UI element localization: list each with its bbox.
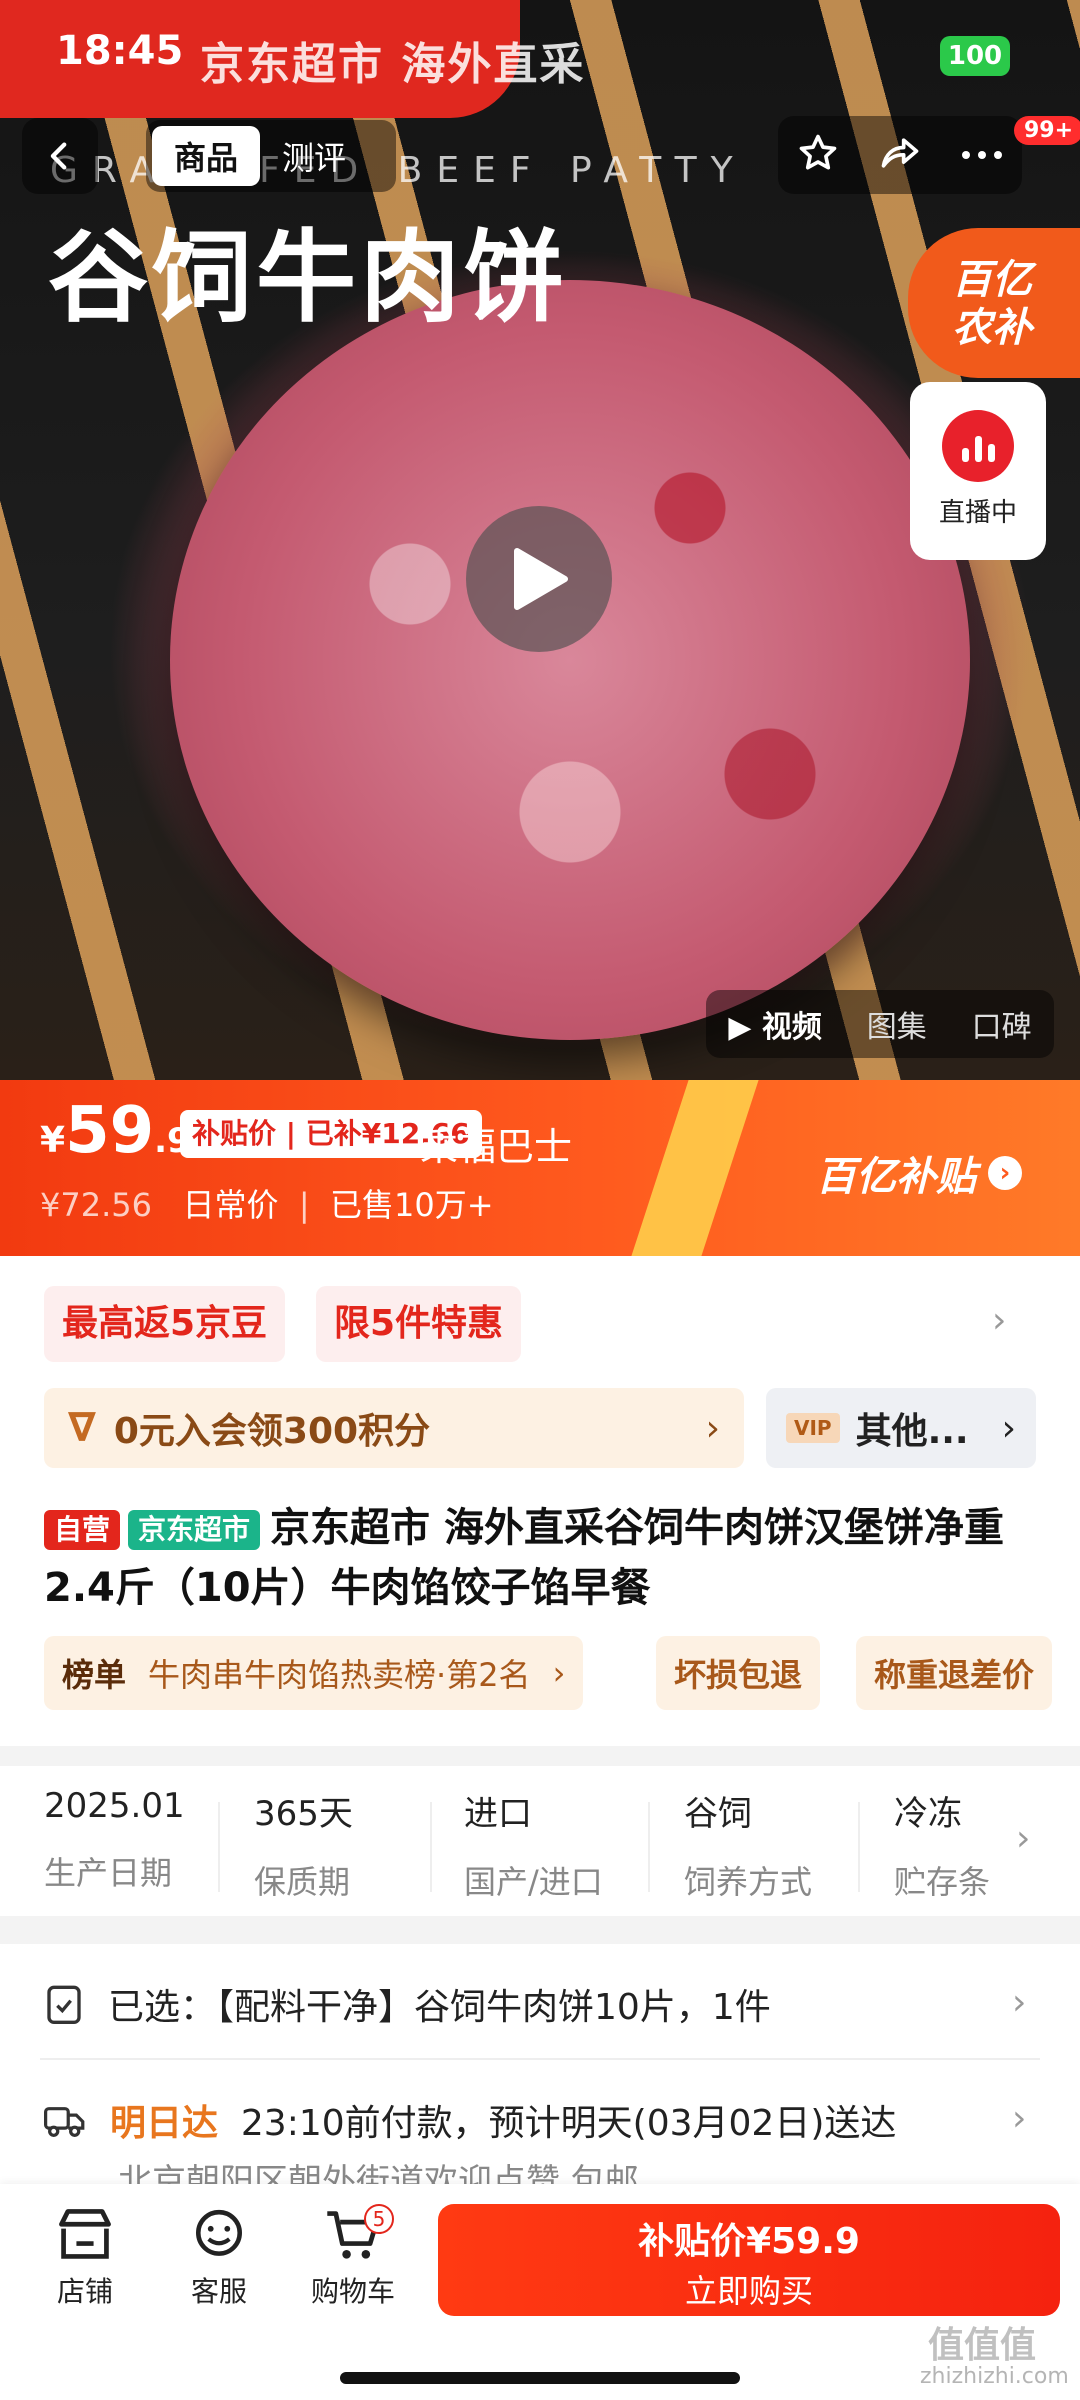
top-tabs: 商品 测评 (146, 120, 396, 192)
promo-tag-line2: 农补 (952, 305, 1032, 351)
status-time: 18:45 (56, 28, 184, 74)
sold-count: 已售10万+ (329, 1186, 494, 1224)
chevron-right-icon: › (1016, 1818, 1031, 1859)
live-label: 直播中 (938, 498, 1017, 528)
tab-product[interactable]: 商品 (152, 126, 261, 186)
price-banner: ¥59.9 补贴价 | 已补¥12.66 乘福巴士 ¥72.56 日常价 | 已… (0, 1080, 1080, 1256)
selected-variant-row[interactable]: 已选：【配料干净】谷饲牛肉饼10片，1件 (44, 1978, 771, 2030)
delivery-row[interactable]: 明日达 23:10前付款，预计明天(03月02日)送达 (44, 2094, 896, 2146)
product-title-block: 自营 京东超市 京东超市 海外直采谷饲牛肉饼汉堡饼净重2.4斤（10片）牛肉馅饺子馅… (44, 1498, 1044, 1618)
chevron-left-icon (50, 142, 67, 170)
self-operated-tag: 自营 (44, 1510, 121, 1550)
vip-icon: VIP (786, 1413, 840, 1443)
media-tab-reviews[interactable]: 口碑 (972, 1002, 1032, 1046)
beef-patty-image (170, 280, 970, 1040)
more-icon[interactable] (960, 146, 1004, 165)
spec-storage: 冷冻 贮存条 (894, 1794, 991, 1901)
media-tab-video[interactable]: ▶ 视频 (728, 1002, 822, 1046)
back-button[interactable] (22, 118, 98, 194)
share-icon[interactable] (877, 131, 923, 179)
other-benefits-button[interactable]: VIP 其他... › (766, 1388, 1036, 1468)
jingdou-rebate-chip[interactable]: 最高返5京豆 (44, 1286, 286, 1362)
favorite-star-icon[interactable] (796, 131, 840, 179)
play-icon (514, 548, 568, 610)
chevron-right-icon: › (1001, 1407, 1016, 1449)
watermark-url: zhizhizhi.com (920, 2364, 1069, 2389)
chevron-right-icon: › (1012, 2098, 1027, 2139)
buy-now-button[interactable]: 补贴价¥59.9 立即购买 (438, 2204, 1060, 2316)
hero-title: 谷饲牛肉饼 (48, 219, 568, 336)
battery-indicator: 100 (940, 36, 1010, 76)
next-day-label: 明日达 (110, 2103, 219, 2144)
status-banner-text: 京东超市 海外直采 (200, 39, 586, 90)
price-sub: ¥72.56 日常价 | 已售10万+ (40, 1186, 494, 1224)
limited-offer-chip[interactable]: 限5件特惠 (316, 1286, 522, 1362)
billion-subsidy-badge[interactable]: 百亿补贴 › (816, 1144, 1022, 1202)
live-stream-entry[interactable]: 直播中 (910, 382, 1046, 560)
home-indicator[interactable] (340, 2372, 740, 2384)
chevron-right-icon: › (705, 1407, 720, 1449)
customer-service-button[interactable]: 客服 (164, 2200, 274, 2310)
spec-shelf-life: 365天 保质期 (254, 1794, 353, 1901)
bottom-action-bar: 店铺 客服 5 购物车 补贴价¥59.9 立即购买 (0, 2184, 1080, 2400)
original-price: ¥72.56 (40, 1186, 152, 1224)
member-join-banner[interactable]: ∇ 0元入会领300积分 › (44, 1388, 744, 1468)
top-actions (778, 116, 1022, 194)
media-tabs: ▶ 视频 图集 口碑 (706, 990, 1054, 1058)
billion-subsidy-promo-tag[interactable]: 百亿 农补 (908, 228, 1080, 378)
cart-button[interactable]: 5 购物车 (298, 2200, 408, 2310)
ranking-badge[interactable]: 榜单 牛肉串牛肉馅热卖榜·第2名 › (44, 1636, 584, 1710)
spec-origin: 进口 国产/进口 (464, 1794, 603, 1901)
live-bars-icon (942, 410, 1014, 482)
banner-lightning-decoration (631, 1080, 759, 1256)
chevron-right-icon[interactable]: › (992, 1300, 1006, 1341)
media-tab-gallery[interactable]: 图集 (867, 1002, 927, 1046)
selection-shipping-card: 已选：【配料干净】谷饲牛肉饼10片，1件 › 明日达 23:10前付款，预计明天… (0, 1944, 1080, 2204)
promo-tag-line1: 百亿 (952, 257, 1032, 303)
chevron-right-icon: › (1012, 1982, 1027, 2023)
play-video-button[interactable] (466, 506, 612, 652)
spec-feeding: 谷饲 饲养方式 (684, 1794, 813, 1901)
subsidy-price: ¥59.9 (40, 1094, 191, 1168)
spec-strip[interactable]: 2025.01 生产日期 365天 保质期 进口 国产/进口 谷饲 饲养方式 冷冻 贮存条… (0, 1766, 1080, 1916)
member-v-icon: ∇ (68, 1405, 96, 1451)
chevron-right-icon: › (552, 1654, 566, 1692)
watermark-logo: 值值值 (928, 2325, 1037, 2366)
smile-chat-icon (196, 2209, 242, 2256)
message-badge: 99+ (1014, 116, 1080, 145)
truck-icon (44, 2107, 85, 2137)
tab-review[interactable]: 测评 (260, 126, 368, 186)
damage-refund-tag: 坏损包退 (656, 1636, 821, 1710)
original-price-label: 日常价 (182, 1186, 279, 1224)
store-button[interactable]: 店铺 (30, 2200, 140, 2310)
cart-count-badge: 5 (364, 2204, 394, 2234)
jd-supermarket-tag: 京东超市 (128, 1510, 261, 1550)
overlay-text: 乘福巴士 (420, 1125, 573, 1169)
spec-production-date: 2025.01 生产日期 (44, 1786, 185, 1892)
store-icon (59, 2209, 111, 2259)
weight-refund-tag: 称重退差价 (856, 1636, 1053, 1710)
product-info-card: 最高返5京豆 限5件特惠 › ∇ 0元入会领300积分 › VIP 其他... … (0, 1256, 1080, 1746)
clipboard-check-icon (47, 1985, 81, 2024)
chevron-right-icon: › (988, 1156, 1022, 1190)
